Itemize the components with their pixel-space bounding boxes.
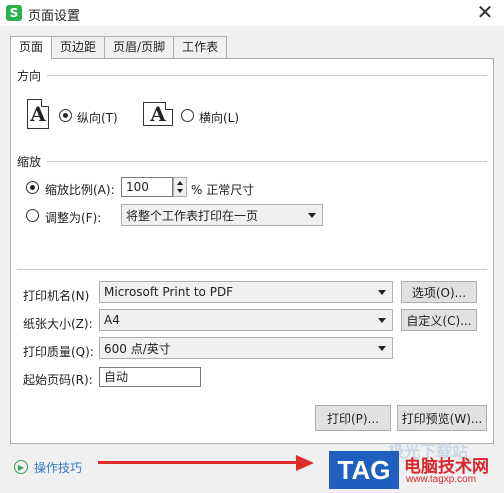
page-settings-panel: 方向 A 纵向(T) A 横向(L) 缩放 缩放比例(A): 100 % 正常尺… [10,58,494,444]
annotation-arrow-line [98,461,298,464]
portrait-radio[interactable] [59,109,72,122]
chevron-down-icon[interactable] [177,189,183,193]
print-quality-select[interactable]: 600 点/英寸 [99,337,393,359]
tips-link[interactable]: 操作技巧 [34,459,82,476]
orientation-section-label: 方向 [17,69,42,83]
window-title: 页面设置 [28,9,81,24]
custom-size-button[interactable]: 自定义(C)... [401,309,477,331]
title-bar: S 页面设置 ✕ [0,0,504,26]
scale-suffix: % 正常尺寸 [191,183,255,197]
tab-margins[interactable]: 页边距 [51,36,106,58]
printer-name-select[interactable]: Microsoft Print to PDF [99,281,393,303]
print-preview-button[interactable]: 打印预览(W)... [397,405,487,431]
chevron-up-icon[interactable] [177,181,183,185]
print-quality-label: 打印质量(Q): [23,345,94,359]
landscape-label[interactable]: 横向(L) [199,109,239,126]
orientation-divider [47,75,487,76]
watermark-url: www.tagxp.com [406,474,477,485]
dropdown-arrow-icon [308,213,316,218]
paper-size-label: 纸张大小(Z): [23,317,93,331]
fit-label[interactable]: 调整为(F): [45,209,101,226]
start-page-label: 起始页码(R): [23,373,93,387]
scale-radio[interactable] [26,181,39,194]
printer-name-label: 打印机名(N) [23,289,90,303]
wps-app-icon: S [6,5,22,21]
close-button[interactable]: ✕ [474,1,496,23]
play-circle-icon[interactable]: ▶ [14,460,28,474]
portrait-page-icon: A [27,99,49,129]
scale-label[interactable]: 缩放比例(A): [45,181,115,198]
annotation-arrow-head [296,455,314,471]
scaling-section-label: 缩放 [17,155,42,169]
dropdown-arrow-icon [378,290,386,295]
dropdown-arrow-icon [378,346,386,351]
printer-divider [17,269,487,270]
paper-size-select[interactable]: A4 [99,309,393,331]
scale-input[interactable]: 100 [121,177,173,197]
dropdown-arrow-icon [378,318,386,323]
tab-sheet[interactable]: 工作表 [173,36,228,58]
landscape-radio[interactable] [181,109,194,122]
printer-options-button[interactable]: 选项(O)... [401,281,477,303]
fit-radio[interactable] [26,209,39,222]
tab-header-footer[interactable]: 页眉/页脚 [104,36,175,58]
print-button[interactable]: 打印(P)... [315,405,391,431]
landscape-page-icon: A [143,102,173,126]
fit-select[interactable]: 将整个工作表打印在一页 [121,204,323,226]
scale-stepper[interactable] [173,177,187,197]
scaling-divider [47,161,487,162]
watermark-logo: TAG [329,451,399,489]
start-page-input[interactable]: 自动 [99,367,201,387]
portrait-label[interactable]: 纵向(T) [77,109,118,126]
tab-bar: 页面 页边距 页眉/页脚 工作表 [10,36,228,59]
tab-page[interactable]: 页面 [10,36,53,59]
